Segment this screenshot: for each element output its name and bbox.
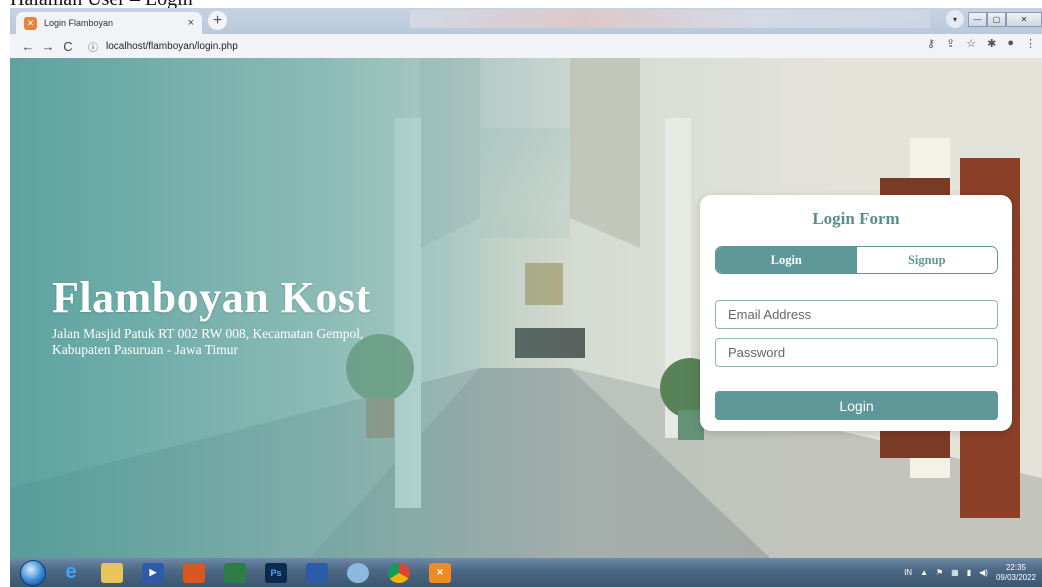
show-hidden-icons-icon[interactable]: ▲ [920, 568, 928, 577]
chrome-icon[interactable] [388, 562, 410, 583]
document-caption: Halaman User – Login [10, 0, 193, 10]
new-tab-button[interactable]: + [208, 11, 227, 30]
key-icon[interactable]: ⚷ [927, 37, 935, 50]
tab-close-icon[interactable]: × [188, 17, 194, 29]
photoshop-icon[interactable]: Ps [265, 562, 287, 583]
excel-icon[interactable] [224, 562, 246, 583]
bookmark-star-icon[interactable]: ☆ [966, 37, 976, 50]
network-icon[interactable]: ▦ [951, 568, 959, 577]
tab-login-flamboyan[interactable]: ✕ Login Flamboyan × [16, 12, 202, 34]
password-field[interactable] [715, 338, 998, 367]
internet-explorer-icon[interactable]: e [60, 561, 82, 583]
tab-login[interactable]: Login [716, 247, 857, 273]
login-page: Flamboyan Kost Jalan Masjid Patuk RT 002… [10, 58, 1042, 558]
flag-icon[interactable]: ⚑ [936, 568, 943, 577]
close-window-button[interactable]: ✕ [1006, 11, 1042, 27]
address-line-2: Kabupaten Pasuruan - Jawa Timur [52, 342, 238, 357]
clock[interactable]: 22:35 09/03/2022 [996, 563, 1036, 583]
hero-title: Flamboyan Kost [52, 273, 371, 322]
toolbar-actions: ⚷ ⇪ ☆ ✱ ● ⋮ [927, 37, 1036, 50]
powerpoint-icon[interactable] [183, 562, 205, 583]
xampp-icon[interactable]: ✕ [429, 562, 451, 583]
tab-title: Login Flamboyan [44, 18, 114, 28]
media-player-icon[interactable]: ▶ [142, 562, 164, 583]
address-bar[interactable]: ⓘ localhost/flamboyan/login.php [88, 36, 1018, 56]
login-form-card: Login Form Login Signup Login [700, 195, 1012, 431]
file-explorer-icon[interactable] [101, 562, 123, 583]
login-form-title: Login Form [812, 209, 900, 228]
email-field[interactable] [715, 300, 998, 329]
browser-window: ✕ Login Flamboyan × + ▾ — ▢ ✕ ← → C ⓘ lo… [10, 8, 1042, 587]
site-info-icon[interactable]: ⓘ [88, 39, 98, 54]
tab-strip: ✕ Login Flamboyan × + ▾ — ▢ ✕ [10, 8, 1042, 34]
signal-icon[interactable]: ▮ [967, 568, 971, 577]
tab-signup[interactable]: Signup [856, 247, 997, 273]
reload-icon[interactable]: C [58, 39, 78, 54]
extensions-icon[interactable]: ✱ [987, 37, 996, 50]
share-icon[interactable]: ⇪ [946, 37, 955, 50]
window-controls: ▾ — ▢ ✕ [946, 8, 1042, 30]
minimize-button[interactable]: — [968, 11, 987, 27]
tab-search-button[interactable]: ▾ [946, 10, 964, 28]
profile-icon[interactable]: ● [1007, 37, 1014, 50]
system-tray: IN ▲ ⚑ ▦ ▮ ◀) 22:35 09/03/2022 [904, 558, 1036, 587]
forward-arrow-icon[interactable]: → [38, 39, 58, 54]
site-favicon-icon: ✕ [24, 16, 37, 30]
login-signup-switch: Login Signup [715, 246, 998, 274]
language-indicator[interactable]: IN [904, 568, 912, 577]
clock-time: 22:35 [1005, 562, 1026, 572]
menu-dots-icon[interactable]: ⋮ [1025, 37, 1036, 50]
start-button[interactable] [20, 559, 46, 586]
clock-date: 09/03/2022 [995, 572, 1036, 582]
windows-taskbar: e ▶ Ps ✕ IN ▲ ⚑ ▦ ▮ ◀) 22:35 09/03/2022 [10, 558, 1042, 587]
word-icon[interactable] [306, 562, 328, 583]
maximize-button[interactable]: ▢ [987, 11, 1006, 27]
address-line-1: Jalan Masjid Patuk RT 002 RW 008, Kecama… [52, 326, 364, 341]
back-arrow-icon[interactable]: ← [18, 39, 38, 54]
chromium-icon[interactable] [347, 562, 369, 583]
blurred-window-title [410, 10, 930, 28]
volume-icon[interactable]: ◀) [979, 568, 988, 577]
hero-address: Jalan Masjid Patuk RT 002 RW 008, Kecama… [52, 326, 432, 358]
login-button[interactable]: Login [715, 391, 998, 420]
browser-toolbar: ← → C ⓘ localhost/flamboyan/login.php ⚷ … [10, 34, 1042, 58]
url-text[interactable]: localhost/flamboyan/login.php [106, 41, 238, 52]
